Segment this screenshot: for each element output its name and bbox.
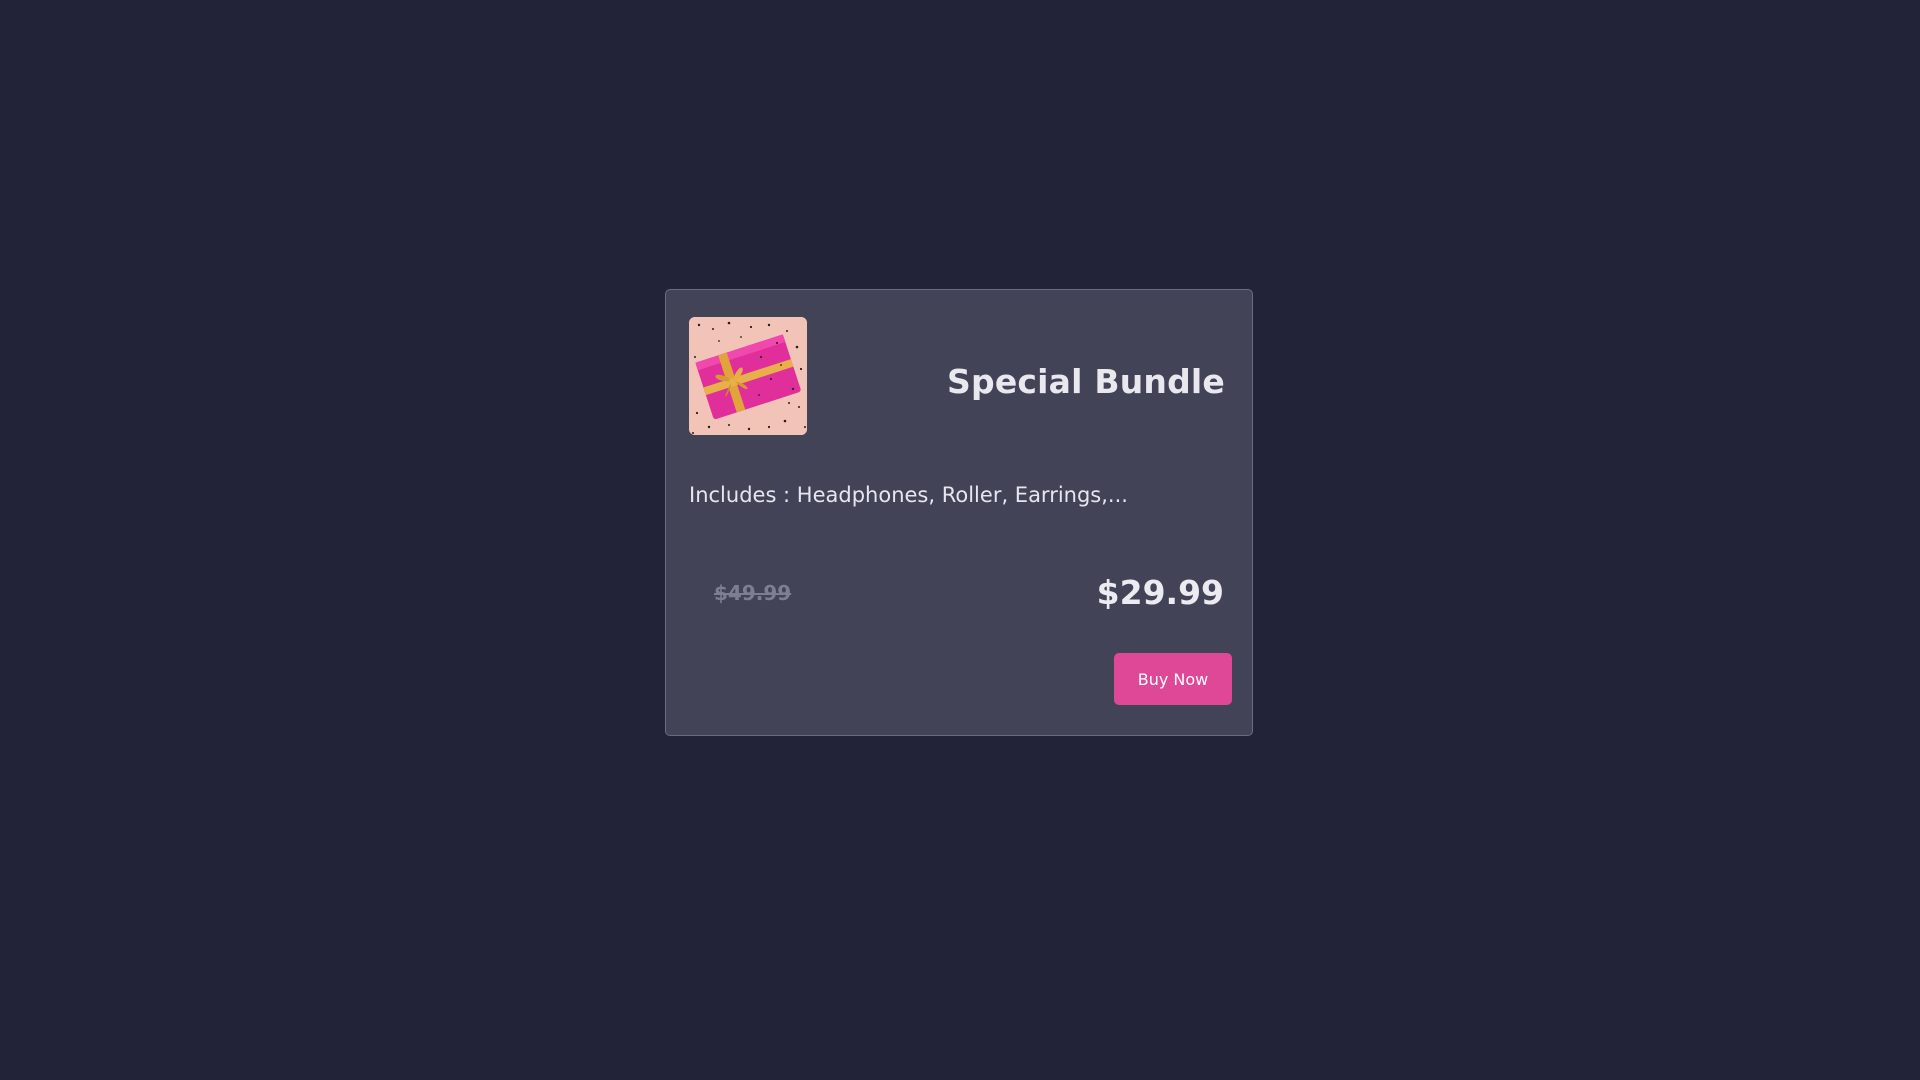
- buy-now-button[interactable]: Buy Now: [1114, 653, 1232, 705]
- product-description: Includes : Headphones, Roller, Earrings,…: [689, 483, 1128, 507]
- product-title: Special Bundle: [947, 362, 1225, 401]
- gift-box-icon: [689, 317, 807, 435]
- original-price: $49.99: [714, 581, 792, 605]
- product-card: Special Bundle Includes : Headphones, Ro…: [665, 289, 1253, 736]
- sale-price: $29.99: [1096, 573, 1224, 612]
